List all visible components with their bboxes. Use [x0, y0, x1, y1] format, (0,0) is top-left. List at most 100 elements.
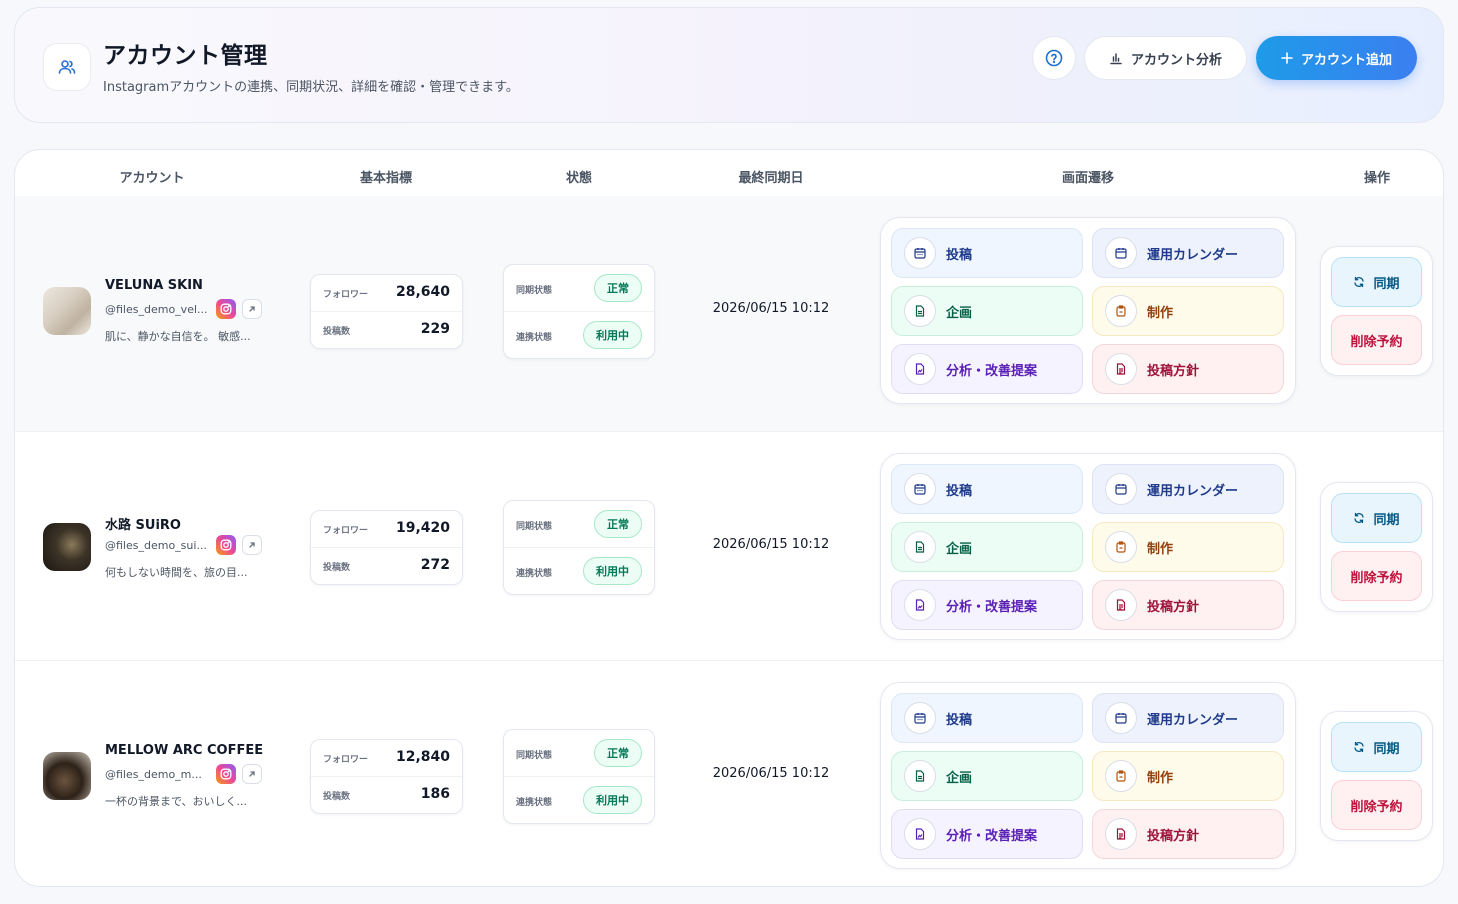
operations-box: 同期 削除予約: [1320, 246, 1433, 376]
nav-calendar-label: 運用カレンダー: [1147, 247, 1239, 263]
link-status-label: 連携状態: [516, 798, 553, 808]
basic-metrics-card: フォロワー 12,840 投稿数 186: [310, 739, 463, 814]
account-name[interactable]: MELLOW ARC COFFEE: [105, 743, 263, 758]
help-button[interactable]: [1032, 36, 1076, 80]
external-link-icon[interactable]: [242, 764, 262, 784]
instagram-icon[interactable]: [216, 764, 236, 784]
nav-posts-button[interactable]: 投稿: [891, 464, 1083, 514]
sync-label: 同期: [1373, 741, 1400, 757]
nav-calendar-button[interactable]: 運用カレンダー: [1092, 693, 1284, 743]
instagram-icon[interactable]: [216, 299, 236, 319]
nav-planning-button[interactable]: 企画: [891, 751, 1083, 801]
basic-metrics-card: フォロワー 19,420 投稿数 272: [310, 510, 463, 585]
accounts-table: アカウント 基本指標 状態 最終同期日 画面遷移 操作 VELUNA SKIN …: [14, 149, 1444, 887]
refresh-icon: [1354, 512, 1365, 524]
avatar[interactable]: [43, 287, 91, 335]
last-sync-date: 2026/06/15 10:12: [712, 766, 830, 781]
nav-analysis-button[interactable]: 分析・改善提案: [891, 344, 1083, 394]
link-status-label: 連携状態: [516, 333, 553, 343]
nav-policy-label: 投稿方針: [1147, 599, 1200, 615]
posts-metric: 投稿数 229: [311, 312, 462, 349]
refresh-icon: [1354, 276, 1365, 288]
document-icon: [904, 295, 936, 327]
nav-production-button[interactable]: 制作: [1092, 522, 1284, 572]
posts-label: 投稿数: [323, 792, 351, 802]
delete-reservation-button[interactable]: 削除予約: [1331, 315, 1422, 365]
account-name[interactable]: VELUNA SKIN: [105, 278, 203, 293]
link-status: 連携状態 利用中: [504, 312, 654, 359]
account-handle: @files_demo_sui...: [105, 539, 207, 552]
followers-value: 12,840: [395, 749, 450, 765]
posts-label: 投稿数: [323, 327, 351, 337]
followers-metric: フォロワー 19,420: [311, 511, 462, 548]
nav-calendar-button[interactable]: 運用カレンダー: [1092, 228, 1284, 278]
link-status: 連携状態 利用中: [504, 548, 654, 595]
link-status: 連携状態 利用中: [504, 777, 654, 824]
sync-status-label: 同期状態: [516, 522, 553, 532]
posts-value: 229: [420, 321, 450, 337]
nav-analysis-label: 分析・改善提案: [946, 828, 1038, 844]
account-management-page: アカウント管理 Instagramアカウントの連携、同期状況、詳細を確認・管理で…: [0, 0, 1458, 904]
link-status-label: 連携状態: [516, 569, 553, 579]
followers-label: フォロワー: [323, 290, 369, 300]
followers-metric: フォロワー 12,840: [311, 740, 462, 777]
page-header: アカウント管理 Instagramアカウントの連携、同期状況、詳細を確認・管理で…: [14, 7, 1444, 123]
followers-value: 28,640: [395, 284, 450, 300]
document-icon: [904, 760, 936, 792]
screen-navigation: 投稿 運用カレンダー 企画 制作 分析・改善提案 投稿方針: [880, 217, 1296, 404]
instagram-icon[interactable]: [216, 535, 236, 555]
delete-reservation-button[interactable]: 削除予約: [1331, 551, 1422, 601]
nav-production-label: 制作: [1147, 305, 1174, 321]
help-circle-icon: [1045, 49, 1063, 67]
nav-analysis-button[interactable]: 分析・改善提案: [891, 809, 1083, 859]
avatar[interactable]: [43, 523, 91, 571]
add-account-button[interactable]: アカウント追加: [1256, 36, 1417, 80]
clipboard-icon: [1105, 295, 1137, 327]
nav-posts-label: 投稿: [946, 712, 973, 728]
nav-calendar-button[interactable]: 運用カレンダー: [1092, 464, 1284, 514]
sync-status-label: 同期状態: [516, 286, 553, 296]
sync-button[interactable]: 同期: [1331, 722, 1422, 772]
account-analytics-button[interactable]: アカウント分析: [1084, 36, 1247, 80]
column-header-status: 状態: [565, 171, 593, 186]
nav-policy-label: 投稿方針: [1147, 828, 1200, 844]
nav-analysis-button[interactable]: 分析・改善提案: [891, 580, 1083, 630]
page-subtitle: Instagramアカウントの連携、同期状況、詳細を確認・管理できます。: [103, 80, 519, 95]
status-badge: 正常: [594, 739, 642, 767]
account-description: 一杯の背景まで、おいしく...: [105, 795, 248, 808]
status-badge: 利用中: [583, 321, 642, 349]
sync-button[interactable]: 同期: [1331, 257, 1422, 307]
nav-posts-button[interactable]: 投稿: [891, 228, 1083, 278]
column-header-metrics: 基本指標: [359, 171, 413, 186]
nav-policy-button[interactable]: 投稿方針: [1092, 809, 1284, 859]
nav-posts-button[interactable]: 投稿: [891, 693, 1083, 743]
nav-calendar-label: 運用カレンダー: [1147, 712, 1239, 728]
last-sync-date: 2026/06/15 10:12: [712, 301, 830, 316]
delete-reservation-button[interactable]: 削除予約: [1331, 780, 1422, 830]
status-badge: 利用中: [583, 786, 642, 814]
nav-production-button[interactable]: 制作: [1092, 286, 1284, 336]
external-link-icon[interactable]: [242, 535, 262, 555]
sync-status-label: 同期状態: [516, 751, 553, 761]
sync-button[interactable]: 同期: [1331, 493, 1422, 543]
status-card: 同期状態 正常 連携状態 利用中: [503, 264, 655, 359]
external-link-icon[interactable]: [242, 299, 262, 319]
column-header-account: アカウント: [119, 171, 185, 186]
nav-policy-button[interactable]: 投稿方針: [1092, 344, 1284, 394]
sync-label: 同期: [1373, 276, 1400, 292]
followers-label: フォロワー: [323, 755, 369, 765]
nav-production-button[interactable]: 制作: [1092, 751, 1284, 801]
page-title: アカウント管理: [103, 43, 268, 69]
account-name[interactable]: 水路 SUiRO: [105, 514, 181, 533]
nav-planning-button[interactable]: 企画: [891, 286, 1083, 336]
column-header-navigation: 画面遷移: [1061, 171, 1115, 186]
nav-analysis-label: 分析・改善提案: [946, 363, 1038, 379]
posts-metric: 投稿数 272: [311, 548, 462, 585]
avatar[interactable]: [43, 752, 91, 800]
nav-planning-button[interactable]: 企画: [891, 522, 1083, 572]
posts-value: 186: [420, 786, 450, 802]
nav-policy-button[interactable]: 投稿方針: [1092, 580, 1284, 630]
table-row: VELUNA SKIN @files_demo_vel... 肌に、静かな自信を…: [15, 196, 1443, 431]
nav-production-label: 制作: [1147, 541, 1174, 557]
status-card: 同期状態 正常 連携状態 利用中: [503, 729, 655, 824]
